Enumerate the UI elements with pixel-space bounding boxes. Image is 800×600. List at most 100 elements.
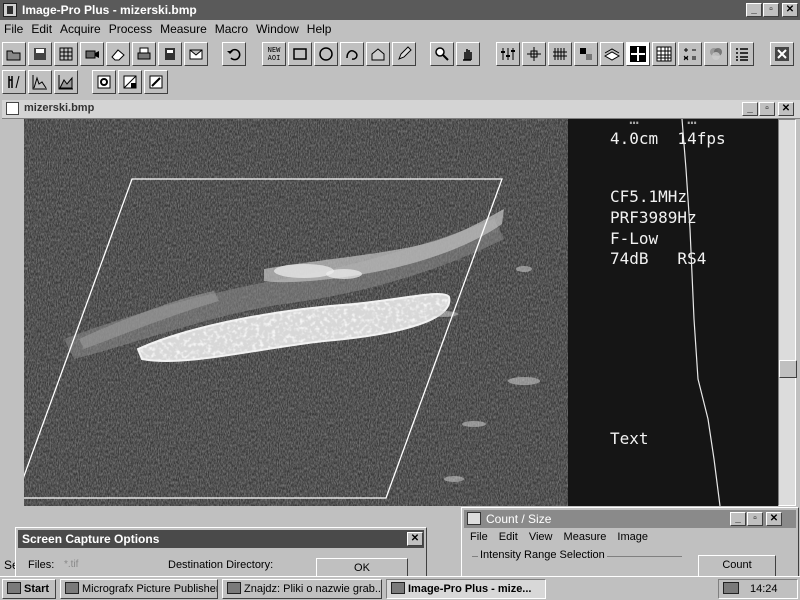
count-dialog-menu: File Edit View Measure Image	[470, 531, 648, 543]
menu-bar: File Edit Acquire Process Measure Macro Window…	[0, 20, 800, 38]
taskbar-item-find-files[interactable]: Znajdz: Pliki o nazwie grab...	[222, 579, 382, 599]
book-icon	[165, 48, 175, 60]
new-aoi-button[interactable]: NEW AOI	[262, 42, 286, 66]
count-minimize-button[interactable]: _	[730, 512, 746, 526]
files-value[interactable]: *.tif	[64, 559, 78, 570]
table-button[interactable]	[652, 42, 676, 66]
menu-file[interactable]: File	[0, 20, 27, 36]
camera-button[interactable]	[80, 42, 104, 66]
doc-minimize-button[interactable]: _	[742, 102, 758, 116]
brush-button[interactable]	[144, 70, 168, 94]
hand-icon	[463, 49, 472, 61]
doc-close-button[interactable]: ✕	[778, 102, 794, 116]
toolbar-main: NEW AOI	[0, 40, 800, 68]
open-button[interactable]	[2, 42, 26, 66]
math-operators-icon	[683, 48, 696, 61]
menu-edit[interactable]: Edit	[27, 20, 56, 36]
mail-button[interactable]	[184, 42, 208, 66]
grid-button[interactable]	[54, 42, 78, 66]
layers-button[interactable]	[600, 42, 624, 66]
gear-doc-icon	[97, 75, 111, 89]
document-icon[interactable]	[6, 102, 19, 115]
menu-measure[interactable]: Measure	[156, 20, 211, 36]
image-pro-icon	[391, 582, 405, 594]
document-vertical-scrollbar[interactable]	[778, 119, 797, 506]
doc-restore-button[interactable]: ▫	[759, 102, 775, 116]
close-button[interactable]: ✕	[782, 3, 798, 17]
list-icon	[736, 48, 748, 61]
minimize-button[interactable]: _	[746, 3, 762, 17]
measure-button[interactable]	[522, 42, 546, 66]
taskbar-item-label: Micrografx Picture Publisher	[82, 583, 218, 595]
menu-macro[interactable]: Macro	[211, 20, 252, 36]
menu-help[interactable]: Help	[303, 20, 336, 36]
color-channels-button[interactable]	[704, 42, 728, 66]
brush-icon	[149, 75, 163, 89]
intensity-range-group: Intensity Range Selection	[472, 549, 682, 577]
app-icon[interactable]	[3, 3, 17, 17]
clock[interactable]: 14:24	[750, 583, 778, 595]
histogram-plot-button[interactable]	[54, 70, 78, 94]
count-dialog-title-bar: Count / Size _ ▫ ✕	[464, 510, 796, 528]
freeform-tool-button[interactable]	[340, 42, 364, 66]
app-title-bar: Image-Pro Plus - mizerski.bmp _ ▫ ✕	[0, 0, 800, 20]
crosshair-button[interactable]	[626, 42, 650, 66]
scrollbar-thumb[interactable]	[779, 360, 797, 378]
histogram-button[interactable]	[548, 42, 572, 66]
count-menu-view[interactable]: View	[529, 531, 553, 543]
undo-button[interactable]	[222, 42, 246, 66]
magic-wand-button[interactable]	[366, 42, 390, 66]
calibrate-button[interactable]	[2, 70, 26, 94]
plugin-button[interactable]	[770, 42, 794, 66]
list-button[interactable]	[730, 42, 754, 66]
new-aoi-label-top: NEW	[267, 46, 281, 54]
pencil-button[interactable]	[392, 42, 416, 66]
save-button[interactable]	[28, 42, 52, 66]
zoom-button[interactable]	[430, 42, 454, 66]
taskbar-item-picture-publisher[interactable]: Micrografx Picture Publisher	[60, 579, 218, 599]
count-menu-measure[interactable]: Measure	[564, 531, 607, 543]
taskbar-item-label: Znajdz: Pliki o nazwie grab...	[244, 583, 382, 595]
menu-process[interactable]: Process	[105, 20, 156, 36]
print-button[interactable]	[132, 42, 156, 66]
ellipse-tool-button[interactable]	[314, 42, 338, 66]
rectangle-tool-button[interactable]	[288, 42, 312, 66]
count-menu-file[interactable]: File	[470, 531, 488, 543]
tray-network-icon[interactable]	[723, 582, 739, 594]
files-label: Files:	[28, 559, 55, 571]
count-restore-button[interactable]: ▫	[747, 512, 763, 526]
start-button[interactable]: Start	[2, 579, 56, 599]
capture-dialog-close-button[interactable]: ✕	[407, 532, 423, 546]
taskbar-item-image-pro[interactable]: Image-Pro Plus - mize...	[386, 579, 546, 599]
calculator-button[interactable]	[678, 42, 702, 66]
equalizer-button[interactable]	[496, 42, 520, 66]
house-wand-icon	[371, 48, 385, 61]
count-close-button[interactable]: ✕	[766, 512, 782, 526]
pan-button[interactable]	[456, 42, 480, 66]
find-files-icon	[227, 582, 241, 594]
caliper-icon	[8, 75, 20, 89]
count-menu-image[interactable]: Image	[617, 531, 648, 543]
palette-button[interactable]	[574, 42, 598, 66]
capture-dialog-title: Screen Capture Options	[22, 532, 160, 546]
ultrasound-image-canvas[interactable]	[24, 119, 570, 506]
book-button[interactable]	[158, 42, 182, 66]
menu-acquire[interactable]: Acquire	[56, 20, 105, 36]
taskbar-item-label: Image-Pro Plus - mize...	[408, 583, 532, 595]
count-menu-edit[interactable]: Edit	[499, 531, 518, 543]
count-dialog-icon	[467, 512, 481, 525]
eraser-icon	[111, 49, 125, 61]
bars-icon	[553, 48, 567, 60]
open-folder-icon	[6, 50, 21, 61]
envelope-icon	[189, 49, 203, 60]
count-button[interactable]: Count	[698, 555, 776, 577]
scan-button[interactable]	[118, 70, 142, 94]
line-profile-icon	[32, 75, 47, 90]
eraser-button[interactable]	[106, 42, 130, 66]
count-dialog-title: Count / Size	[486, 512, 552, 526]
ultrasound-image	[24, 119, 570, 506]
macro-button[interactable]	[92, 70, 116, 94]
restore-button[interactable]: ▫	[763, 3, 779, 17]
line-profile-button[interactable]	[28, 70, 52, 94]
menu-window[interactable]: Window	[252, 20, 303, 36]
